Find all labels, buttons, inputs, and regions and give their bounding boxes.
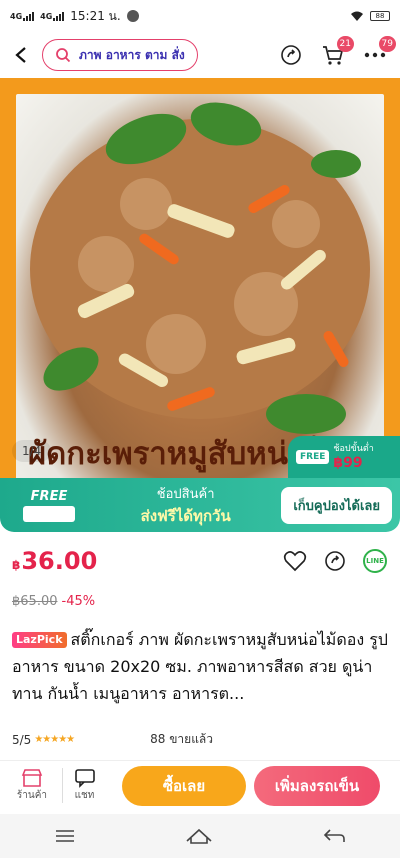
free-shipping-corner: FREE ช้อปขั้นต่ำ ฿99: [288, 436, 400, 478]
back-nav-icon[interactable]: [322, 827, 346, 845]
product-image[interactable]: ผัดกะเพราหมูสับหน่อไม้: [0, 78, 400, 478]
price-row: ฿36.00 LINE: [0, 532, 400, 590]
back-button[interactable]: [8, 40, 34, 70]
search-icon: [56, 48, 71, 63]
chevron-left-icon: [15, 47, 26, 63]
truck-icon: [23, 505, 75, 522]
sold-count: 88 ขายแล้ว: [150, 732, 214, 746]
signal-1: 4G: [10, 11, 35, 21]
rating-value: 5/5: [12, 732, 32, 747]
product-title-text: สติ๊กเกอร์ ภาพ ผัดกะเพราหมูสับหน่อไม้ดอง…: [12, 630, 388, 703]
chat-button[interactable]: แชท: [62, 768, 106, 803]
food-illustration: [30, 102, 370, 434]
chat-icon: [74, 769, 95, 788]
share-button[interactable]: [274, 38, 308, 72]
store-label: ร้านค้า: [16, 790, 48, 801]
bottom-action-bar: ร้านค้า แชท ซื้อเลย เพิ่มลงรถเข็น: [0, 760, 400, 810]
wishlist-button[interactable]: [282, 548, 308, 574]
search-bar[interactable]: ภาพ อาหาร ตาม สั่ง: [42, 39, 198, 71]
banner-line-1: ช้อปสินค้า: [156, 486, 215, 502]
buy-now-button[interactable]: ซื้อเลย: [122, 765, 246, 806]
wifi-icon: [351, 11, 363, 21]
heart-icon: [283, 551, 307, 572]
system-nav-bar: [0, 814, 400, 858]
image-page-indicator: 1/4: [12, 440, 52, 462]
more-badge: 79: [378, 36, 396, 52]
store-button[interactable]: ร้านค้า: [10, 768, 54, 803]
line-share-button[interactable]: LINE: [362, 548, 388, 574]
home-icon[interactable]: [185, 827, 213, 845]
rating-row[interactable]: 5/5 ★★★★★ 88 ขายแล้ว: [12, 730, 388, 749]
free-shipping-banner[interactable]: FREE ช้อปสินค้า ส่งฟรีได้ทุกวัน เก็บคูปอ…: [0, 478, 400, 532]
more-button[interactable]: 79: [358, 36, 396, 72]
free-truck-icon: FREE: [296, 450, 330, 464]
status-bar: 4G 4G 15:21 น. 88: [0, 0, 400, 32]
menu-icon[interactable]: [54, 829, 76, 843]
line-icon: LINE: [363, 549, 387, 573]
search-text: ภาพ อาหาร ตาม สั่ง: [79, 47, 185, 62]
discount: -45%: [61, 593, 96, 609]
lazpick-tag: LazPick: [12, 632, 67, 648]
store-icon: [21, 769, 43, 787]
share-icon: [281, 45, 301, 65]
chat-label: แชท: [74, 790, 95, 801]
battery-icon: 88: [370, 11, 390, 21]
original-price-row: ฿65.00 -45%: [0, 590, 400, 612]
share-product-button[interactable]: [322, 548, 348, 574]
price: ฿36.00: [12, 547, 98, 575]
add-to-cart-button[interactable]: เพิ่มลงรถเข็น: [254, 765, 380, 806]
original-price: ฿65.00: [12, 593, 58, 609]
free-label: FREE: [30, 488, 68, 504]
signal-2: 4G: [40, 11, 65, 21]
free-corner-min-label: ช้อปขั้นต่ำ: [333, 443, 374, 454]
collect-coupon-button[interactable]: เก็บคูปองได้เลย: [281, 486, 392, 524]
rating-stars: ★★★★★: [34, 734, 75, 745]
share-icon: [325, 551, 345, 571]
notification-icon: [126, 10, 139, 22]
cart-button[interactable]: 21: [316, 36, 354, 72]
top-bar: ภาพ อาหาร ตาม สั่ง 21 79: [0, 32, 400, 78]
cart-badge: 21: [336, 36, 354, 52]
product-title[interactable]: LazPick สติ๊กเกอร์ ภาพ ผัดกะเพราหมูสับหน่…: [0, 612, 400, 707]
banner-line-2: ส่งฟรีได้ทุกวัน: [140, 506, 231, 525]
food-photo: [16, 94, 384, 478]
free-corner-price: ฿99: [333, 454, 363, 471]
status-time: 15:21 น.: [70, 8, 121, 23]
free-truck-graphic: FREE: [8, 485, 90, 525]
more-icon: [364, 52, 386, 58]
